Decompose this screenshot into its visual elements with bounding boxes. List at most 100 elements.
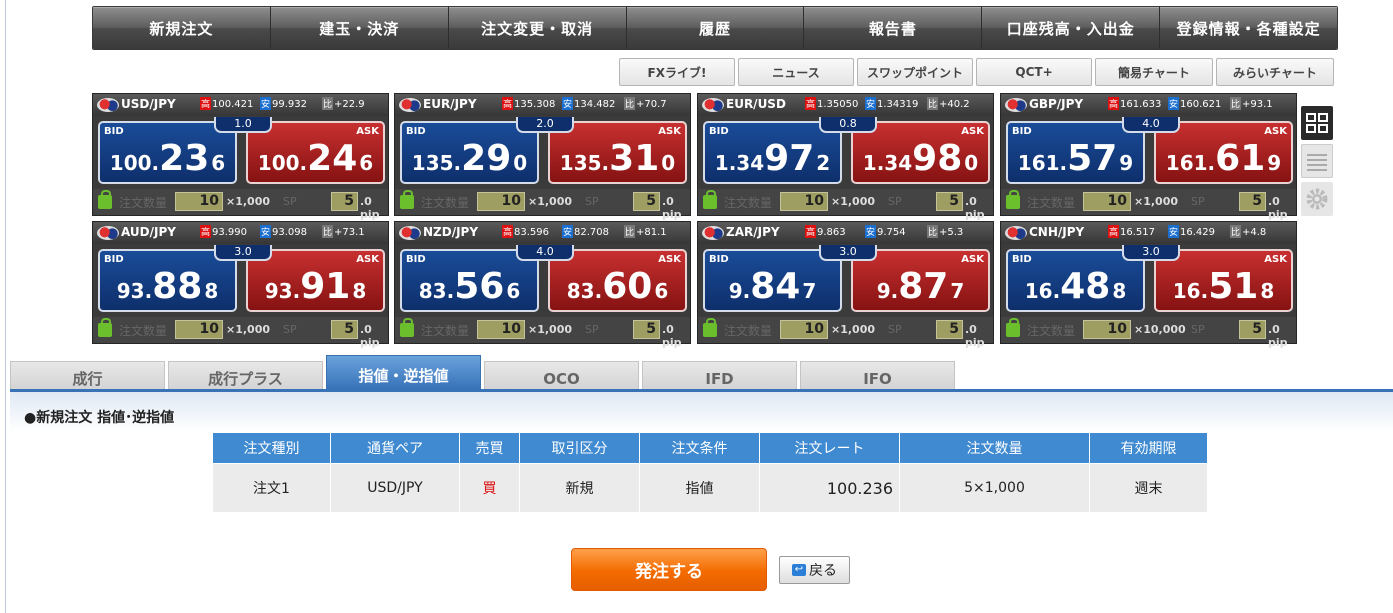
- lock-icon[interactable]: [98, 190, 112, 209]
- lock-icon[interactable]: [703, 190, 717, 209]
- ask-price: 93.91 8: [248, 269, 383, 305]
- lock-icon[interactable]: [1006, 190, 1020, 209]
- slippage-input[interactable]: 5: [633, 320, 660, 339]
- nav-balance-deposit[interactable]: 口座残高・入出金: [982, 7, 1161, 49]
- nav-reports[interactable]: 報告書: [804, 7, 983, 49]
- qct-button[interactable]: QCT+: [976, 58, 1092, 86]
- bid-price: 100.23 6: [100, 141, 235, 177]
- gear-icon: [1306, 188, 1328, 210]
- slippage-input[interactable]: 5: [936, 320, 963, 339]
- high-value: 9.863: [817, 227, 846, 238]
- low-value: 134.482: [574, 99, 616, 110]
- slippage-input[interactable]: 5: [331, 192, 358, 211]
- nav-history[interactable]: 履歴: [626, 7, 805, 49]
- ask-label: ASK: [961, 254, 984, 265]
- quantity-unit: ×1,000: [528, 323, 573, 336]
- ask-label: ASK: [356, 254, 379, 265]
- currency-pair-label: NZD/JPY: [423, 225, 479, 239]
- bid-price-pip: 0: [513, 151, 528, 175]
- nav-registration-settings[interactable]: 登録情報・各種設定: [1160, 7, 1337, 49]
- slippage-input[interactable]: 5: [936, 192, 963, 211]
- main-nav: 新規注文 建玉・決済 注文変更・取消 履歴 報告書 口座残高・入出金 登録情報・…: [92, 6, 1338, 50]
- lock-icon[interactable]: [703, 318, 717, 337]
- slippage-input[interactable]: 5: [633, 192, 660, 211]
- high-tag: 高: [805, 97, 817, 110]
- settings-button[interactable]: [1301, 182, 1333, 216]
- currency-flag-icon: [399, 98, 421, 112]
- spread-badge: 3.0: [214, 245, 272, 261]
- bid-price-pip: 8: [1112, 279, 1127, 303]
- quantity-input[interactable]: 10: [477, 192, 525, 211]
- currency-pair-label: EUR/JPY: [423, 97, 477, 111]
- lock-icon[interactable]: [1006, 318, 1020, 337]
- low-tag: 安: [865, 97, 877, 110]
- ask-price: 1.3498 0: [853, 141, 988, 177]
- nav-new-order[interactable]: 新規注文: [93, 7, 271, 49]
- bid-price-pip: 2: [816, 151, 831, 175]
- cell-order-quantity: 5×1,000: [899, 463, 1090, 513]
- list-layout-button[interactable]: [1301, 144, 1333, 178]
- change-stat: 比 +73.1: [322, 225, 365, 238]
- quantity-input[interactable]: 10: [780, 320, 828, 339]
- slippage-input[interactable]: 5: [1239, 192, 1266, 211]
- bid-price-main: 29: [461, 138, 512, 179]
- fx-live-button[interactable]: FXライブ!: [619, 58, 735, 86]
- ask-price-main: 60: [602, 266, 653, 307]
- pip-unit: .0 pip: [965, 323, 985, 349]
- simple-chart-button[interactable]: 簡易チャート: [1095, 58, 1213, 86]
- nav-order-change-cancel[interactable]: 注文変更・取消: [448, 7, 627, 49]
- nav-positions-settlement[interactable]: 建玉・決済: [270, 7, 449, 49]
- low-stat: 安 1.34319: [865, 97, 918, 110]
- bid-label: BID: [104, 254, 124, 265]
- low-stat: 安 82.708: [562, 225, 609, 238]
- bid-price-main: 57: [1067, 138, 1118, 179]
- quantity-unit: ×1,000: [226, 195, 271, 208]
- lock-icon[interactable]: [400, 318, 414, 337]
- rate-panel: EUR/JPY 高 135.308 安 134.482 比 +70.7 BID 135.29 0 A…: [394, 93, 691, 221]
- ask-price-prefix: 1.34: [862, 151, 913, 175]
- spread-badge: 2.0: [516, 117, 574, 133]
- ask-price: 135.31 0: [550, 141, 685, 177]
- change-value: +93.1: [1242, 99, 1273, 110]
- rate-panel: AUD/JPY 高 93.990 安 93.098 比 +73.1 BID 93.88 8 ASK 9…: [92, 221, 389, 349]
- lock-icon[interactable]: [98, 318, 112, 337]
- mirai-chart-button[interactable]: みらいチャート: [1216, 58, 1334, 86]
- slippage-input[interactable]: 5: [1239, 320, 1266, 339]
- back-button[interactable]: ↩ 戻る: [779, 556, 850, 584]
- ask-price-pip: 6: [359, 151, 374, 175]
- quantity-input[interactable]: 10: [1083, 320, 1131, 339]
- change-stat: 比 +40.2: [927, 97, 970, 110]
- quantity-label: 注文数量: [119, 324, 168, 338]
- bid-price-prefix: 1.34: [714, 151, 765, 175]
- sp-label: SP: [283, 323, 297, 336]
- news-button[interactable]: ニュース: [738, 58, 854, 86]
- low-tag: 安: [1168, 97, 1180, 110]
- bid-label: BID: [709, 126, 729, 137]
- place-order-button[interactable]: 発注する: [571, 548, 767, 591]
- ask-price-prefix: 161.: [1165, 151, 1216, 175]
- high-value: 83.596: [514, 227, 550, 238]
- ask-label: ASK: [658, 126, 681, 137]
- grid-icon: [1306, 113, 1328, 133]
- currency-pair-label: AUD/JPY: [121, 225, 176, 239]
- change-value: +5.3: [939, 227, 964, 238]
- high-value: 16.517: [1120, 227, 1156, 238]
- quantity-input[interactable]: 10: [175, 192, 223, 211]
- quantity-input[interactable]: 10: [1083, 192, 1131, 211]
- spread-badge: 4.0: [516, 245, 574, 261]
- change-value: +81.1: [636, 227, 667, 238]
- quantity-input[interactable]: 10: [477, 320, 525, 339]
- quantity-input[interactable]: 10: [780, 192, 828, 211]
- bid-price-prefix: 9.: [728, 279, 751, 303]
- lock-icon[interactable]: [400, 190, 414, 209]
- grid-layout-button[interactable]: [1301, 106, 1333, 140]
- change-value: +73.1: [334, 227, 365, 238]
- swap-point-button[interactable]: スワップポイント: [857, 58, 973, 86]
- pip-unit: .0 pip: [360, 323, 380, 349]
- slippage-input[interactable]: 5: [331, 320, 358, 339]
- quantity-unit: ×1,000: [831, 195, 876, 208]
- quantity-input[interactable]: 10: [175, 320, 223, 339]
- panel-header: USD/JPY 高 100.421 安 99.932 比 +22.9: [93, 94, 388, 116]
- change-value: +70.7: [636, 99, 667, 110]
- pip-unit: .0 pip: [662, 195, 682, 221]
